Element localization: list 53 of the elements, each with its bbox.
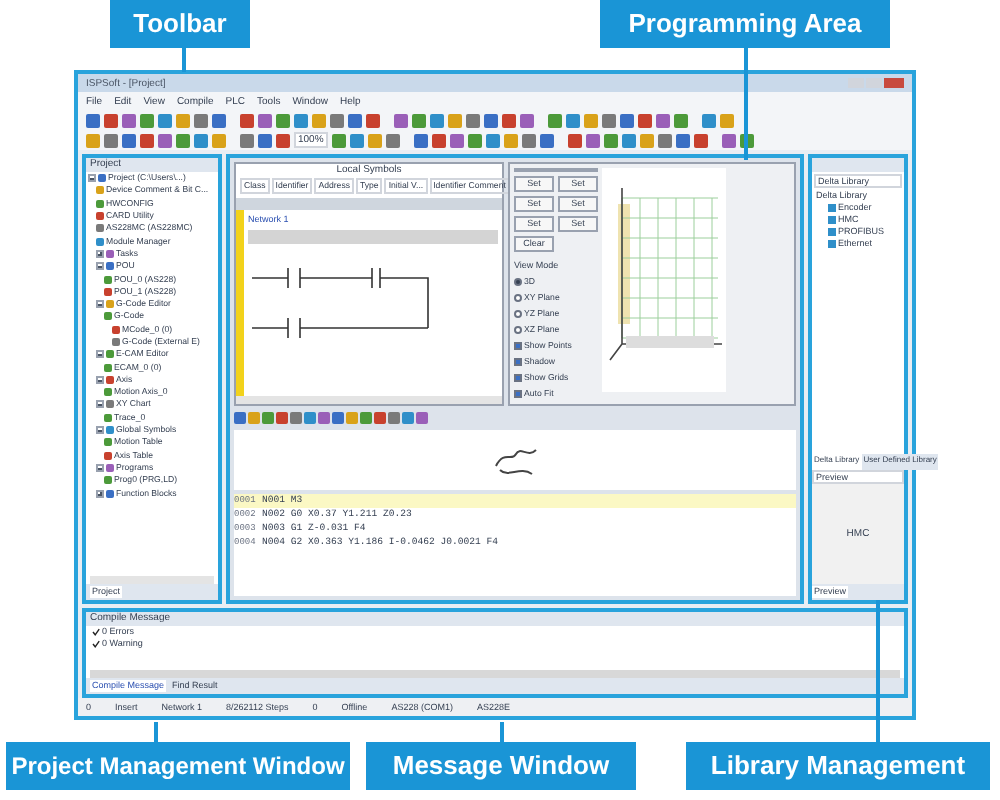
leader-line bbox=[876, 600, 880, 742]
collapse-icon[interactable] bbox=[96, 375, 104, 384]
collapse-icon[interactable] bbox=[96, 426, 104, 435]
collapse-icon[interactable] bbox=[88, 174, 96, 183]
node-icon bbox=[104, 438, 112, 447]
node-icon bbox=[104, 312, 112, 321]
collapse-icon[interactable] bbox=[96, 350, 104, 359]
node-icon bbox=[112, 325, 120, 334]
expand-icon[interactable] bbox=[96, 249, 104, 258]
node-icon bbox=[104, 451, 112, 460]
node-icon bbox=[96, 212, 104, 221]
checkbox[interactable] bbox=[514, 390, 522, 398]
node-icon bbox=[106, 463, 114, 472]
node-icon bbox=[106, 375, 114, 384]
callout-label: Project Management Window bbox=[6, 742, 350, 790]
collapse-icon[interactable] bbox=[96, 300, 104, 309]
collapse-icon[interactable] bbox=[96, 400, 104, 409]
collapse-icon[interactable] bbox=[96, 463, 104, 472]
checkbox[interactable] bbox=[514, 358, 522, 366]
radio-button[interactable] bbox=[514, 326, 522, 334]
node-icon bbox=[98, 174, 106, 183]
callout-label: Library Management bbox=[686, 742, 990, 790]
node-icon bbox=[104, 275, 112, 284]
node-icon bbox=[96, 237, 104, 246]
node-icon bbox=[106, 400, 114, 409]
collapse-icon[interactable] bbox=[96, 262, 104, 271]
expand-icon[interactable] bbox=[96, 489, 104, 498]
radio-button[interactable] bbox=[514, 294, 522, 302]
checkbox[interactable] bbox=[514, 342, 522, 350]
node-icon bbox=[104, 413, 112, 422]
node-icon bbox=[106, 489, 114, 498]
leader-line bbox=[744, 48, 748, 160]
leader-line bbox=[182, 48, 186, 72]
panel-title-bar bbox=[812, 158, 904, 172]
checkbox[interactable] bbox=[514, 374, 522, 382]
node-icon bbox=[106, 262, 114, 271]
node-icon bbox=[96, 186, 104, 195]
node-icon bbox=[112, 338, 120, 346]
node-icon bbox=[106, 249, 114, 258]
node-icon bbox=[106, 350, 114, 359]
node-icon bbox=[104, 363, 112, 372]
node-icon bbox=[104, 388, 112, 397]
node-icon bbox=[96, 199, 104, 208]
callout-label: Message Window bbox=[366, 742, 636, 790]
callout-label: Toolbar bbox=[110, 0, 250, 48]
node-icon bbox=[104, 287, 112, 296]
callout-label: Programming Area bbox=[600, 0, 890, 48]
radio-button[interactable] bbox=[514, 278, 522, 286]
node-icon bbox=[96, 224, 104, 233]
radio-button[interactable] bbox=[514, 310, 522, 318]
node-icon bbox=[106, 426, 114, 435]
node-icon bbox=[104, 476, 112, 485]
node-icon bbox=[106, 300, 114, 309]
